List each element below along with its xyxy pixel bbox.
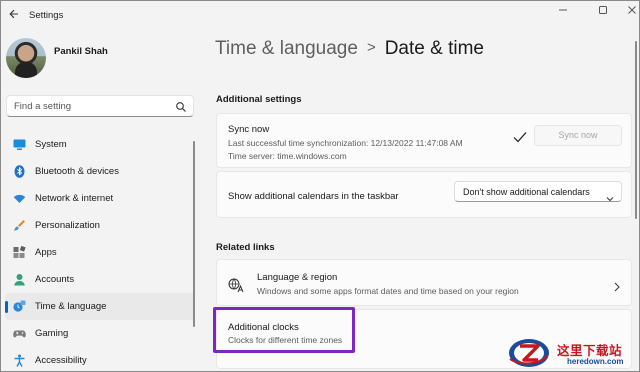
annotation-highlight-box [213,307,355,353]
sidebar-item-accounts[interactable]: Accounts [5,266,195,293]
sync-title: Sync now [228,124,270,135]
section-heading-additional-settings: Additional settings [216,94,302,105]
search-icon[interactable] [175,100,187,112]
sync-now-card: Sync now Last successful time synchroniz… [216,113,632,168]
sidebar-item-bluetooth[interactable]: Bluetooth & devices [5,158,195,185]
user-avatar[interactable] [6,38,46,78]
sidebar-item-personalization[interactable]: Personalization [5,212,195,239]
accessibility-icon [13,354,26,367]
chevron-right-icon [614,279,620,292]
additional-calendars-label: Show additional calendars in the taskbar [228,191,399,202]
person-icon [13,273,26,286]
language-region-icon [228,277,244,293]
breadcrumb-parent[interactable]: Time & language [215,38,358,59]
sidebar-item-accessibility[interactable]: Accessibility [5,347,195,372]
maximize-icon[interactable] [593,5,613,19]
main-scrollbar[interactable] [635,41,637,219]
sidebar-item-time-language[interactable]: Time & language [5,293,195,320]
sidebar-item-gaming[interactable]: Gaming [5,320,195,347]
sidebar-item-label: Bluetooth & devices [35,166,119,177]
brush-icon [13,219,26,232]
close-icon[interactable] [625,5,639,19]
sidebar-item-system[interactable]: System [5,131,195,158]
back-arrow-icon[interactable] [5,7,23,25]
section-heading-related-links: Related links [216,242,275,253]
additional-calendars-dropdown[interactable]: Don't show additional calendars [454,181,622,202]
language-region-link[interactable]: Language & region Windows and some apps … [216,259,632,306]
checkmark-icon [513,130,527,143]
sidebar-item-label: Apps [35,247,57,258]
chevron-down-icon [606,189,614,202]
sidebar-item-network[interactable]: Network & internet [5,185,195,212]
time-server-text: Time server: time.windows.com [228,151,347,161]
user-name: Pankil Shah [54,46,108,57]
active-indicator [5,301,8,313]
sidebar-item-label: Personalization [35,220,100,231]
sidebar-item-label: Network & internet [35,193,114,204]
apps-icon [13,245,26,259]
watermark-url: heredown.com [567,357,624,366]
sidebar-item-apps[interactable]: Apps [5,239,195,266]
breadcrumb-separator: > [366,39,376,56]
sidebar-item-label: Time & language [35,301,107,312]
search-placeholder: Find a setting [14,101,72,112]
controller-icon [13,327,26,340]
sidebar-item-label: Accessibility [35,355,87,366]
minimize-icon[interactable] [553,5,573,19]
dropdown-selected-value: Don't show additional calendars [463,187,590,197]
breadcrumb: Time & language > Date & time [215,38,484,60]
sidebar-item-label: System [35,139,67,150]
system-icon [13,138,26,151]
language-region-title: Language & region [257,272,338,283]
additional-calendars-card: Show additional calendars in the taskbar… [216,171,632,218]
sync-now-button[interactable]: Sync now [534,125,622,146]
sidebar-nav: System Bluetooth & devices Network & int… [5,131,195,372]
sidebar-item-label: Gaming [35,328,69,339]
page-title: Date & time [384,38,484,59]
wifi-icon [13,192,26,205]
title-bar: Settings [1,1,640,31]
time-language-icon [13,300,26,313]
watermark-logo [507,337,551,369]
last-sync-text: Last successful time synchronization: 12… [228,138,463,148]
sidebar-scrollbar[interactable] [193,141,195,327]
bluetooth-icon [13,165,26,178]
settings-window: Settings Pankil Shah Find a setting Syst… [0,0,640,372]
search-input[interactable]: Find a setting [6,95,194,117]
app-title: Settings [29,10,64,21]
sidebar-item-label: Accounts [35,274,75,285]
language-region-subtitle: Windows and some apps format dates and t… [257,286,519,296]
